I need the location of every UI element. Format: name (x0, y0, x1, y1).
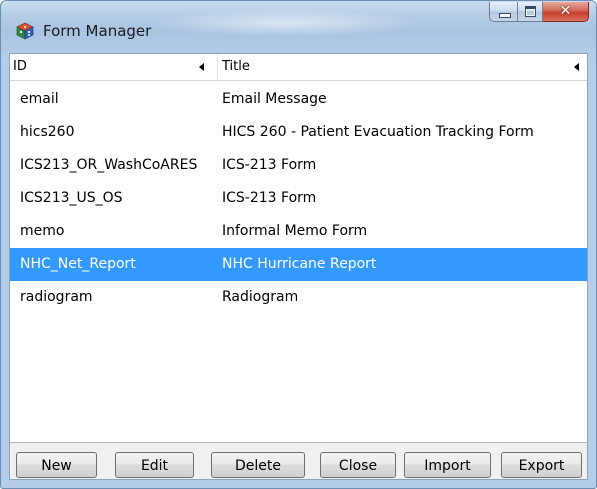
row-title: ICS-213 Form (222, 157, 317, 173)
import-button[interactable]: Import (404, 452, 491, 478)
row-title: Informal Memo Form (222, 223, 368, 239)
list-rows: email Email Message hics260 HICS 260 - P… (10, 83, 587, 314)
new-button[interactable]: New (16, 452, 97, 478)
table-row-selected[interactable]: NHC_Net_Report NHC Hurricane Report (10, 248, 587, 281)
row-id: ICS213_US_OS (20, 190, 123, 206)
row-title: ICS-213 Form (222, 190, 317, 206)
window-title: Form Manager (43, 22, 152, 40)
row-id: email (20, 91, 59, 107)
button-bar: New Edit Delete Close Import Export (10, 452, 587, 478)
edit-button[interactable]: Edit (115, 452, 194, 478)
column-header-id-label: ID (13, 59, 27, 74)
row-title: NHC Hurricane Report (222, 256, 377, 272)
sort-arrow-left-icon (574, 63, 579, 71)
close-button[interactable]: Close (320, 452, 396, 478)
maximize-button[interactable] (517, 2, 543, 22)
table-row[interactable]: hics260 HICS 260 - Patient Evacuation Tr… (10, 116, 587, 149)
row-title: Radiogram (222, 289, 299, 305)
close-window-button[interactable]: ✕ (543, 2, 589, 22)
row-id: NHC_Net_Report (20, 256, 136, 272)
caption-buttons: ✕ (489, 2, 589, 23)
table-row[interactable]: ICS213_OR_WashCoARES ICS-213 Form (10, 149, 587, 182)
form-manager-window: Form Manager ✕ ID Title email Email Mess… (0, 0, 597, 489)
minimize-button[interactable] (489, 2, 517, 22)
maximize-icon (525, 6, 536, 17)
list-header: ID Title (10, 54, 587, 81)
table-row[interactable]: ICS213_US_OS ICS-213 Form (10, 182, 587, 215)
minimize-icon (499, 13, 511, 18)
row-id: hics260 (20, 124, 75, 140)
row-title: HICS 260 - Patient Evacuation Tracking F… (222, 124, 534, 140)
row-id: ICS213_OR_WashCoARES (20, 157, 198, 173)
forms-list[interactable]: ID Title email Email Message hics260 HIC… (10, 54, 587, 443)
title-glow (151, 9, 421, 37)
dice-cube-icon[interactable] (16, 22, 34, 40)
table-row[interactable]: radiogram Radiogram (10, 281, 587, 314)
table-row[interactable]: email Email Message (10, 83, 587, 116)
client-area: ID Title email Email Message hics260 HIC… (9, 53, 588, 480)
title-bar[interactable]: Form Manager ✕ (1, 1, 596, 59)
column-header-title[interactable]: Title (218, 54, 587, 80)
export-button[interactable]: Export (501, 452, 582, 478)
close-icon: ✕ (559, 3, 572, 19)
delete-button[interactable]: Delete (211, 452, 305, 478)
sort-arrow-left-icon (199, 63, 204, 71)
column-header-id[interactable]: ID (10, 54, 218, 80)
row-id: radiogram (20, 289, 93, 305)
column-header-title-label: Title (222, 59, 250, 74)
row-title: Email Message (222, 91, 327, 107)
table-row[interactable]: memo Informal Memo Form (10, 215, 587, 248)
row-id: memo (20, 223, 65, 239)
